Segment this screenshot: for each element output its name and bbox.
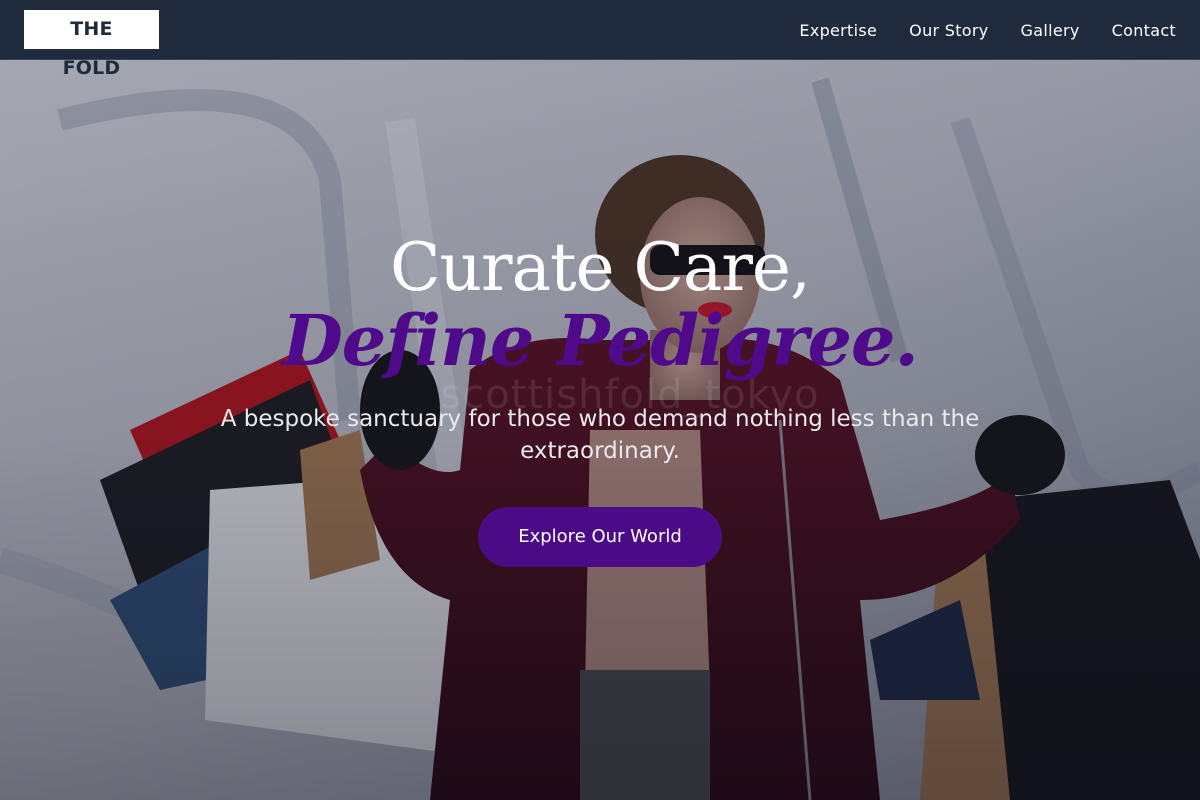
landing-page: scottishfold_tokyo THE FOLD Expertise Ou… bbox=[0, 0, 1200, 800]
nav-link-contact[interactable]: Contact bbox=[1112, 21, 1176, 40]
hero-section: Curate Care, Define Pedigree. A bespoke … bbox=[0, 230, 1200, 567]
explore-button[interactable]: Explore Our World bbox=[478, 507, 722, 567]
nav-links: Expertise Our Story Gallery Contact bbox=[799, 0, 1176, 60]
nav-link-gallery[interactable]: Gallery bbox=[1021, 21, 1080, 40]
hero-headline-line2: Define Pedigree. bbox=[282, 299, 919, 382]
hero-subtitle: A bespoke sanctuary for those who demand… bbox=[220, 406, 980, 464]
logo[interactable]: THE FOLD bbox=[24, 10, 159, 79]
nav-link-our-story[interactable]: Our Story bbox=[909, 21, 988, 40]
hero-headline-line1: Curate Care, bbox=[390, 229, 811, 306]
nav-link-expertise[interactable]: Expertise bbox=[799, 21, 877, 40]
top-navbar: THE FOLD Expertise Our Story Gallery Con… bbox=[0, 0, 1200, 79]
